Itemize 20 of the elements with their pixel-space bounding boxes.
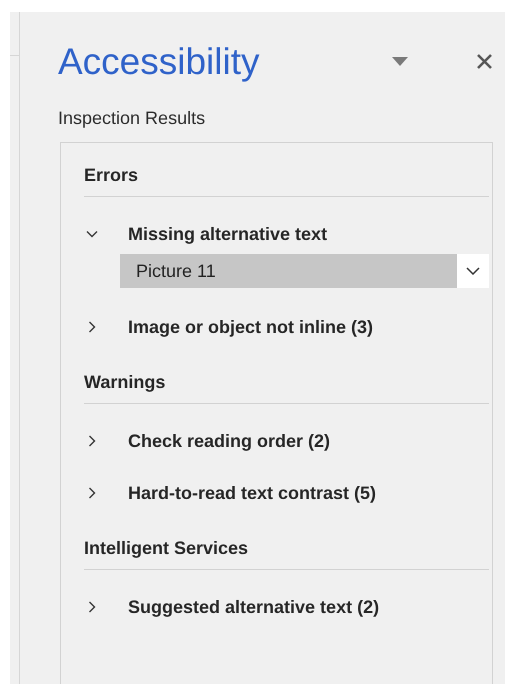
section-heading: Warnings <box>84 373 166 391</box>
chevron-down-icon <box>466 267 480 275</box>
dropdown-icon[interactable] <box>392 56 408 66</box>
subtitle: Inspection Results <box>58 109 206 127</box>
chevron-right-icon[interactable] <box>86 435 98 447</box>
chevron-down-icon[interactable] <box>86 228 98 240</box>
issue-item[interactable]: Missing alternative text <box>128 225 328 243</box>
result-item[interactable]: Picture 11 <box>120 254 457 288</box>
issue-item[interactable]: Suggested alternative text (2) <box>128 598 380 616</box>
issue-item[interactable]: Hard-to-read text contrast (5) <box>128 484 376 502</box>
chevron-right-icon[interactable] <box>86 601 98 613</box>
section-heading: Intelligent Services <box>84 539 248 557</box>
pane-title: Accessibility <box>58 42 260 80</box>
section-heading: Errors <box>84 166 138 184</box>
issue-item[interactable]: Check reading order (2) <box>128 432 330 450</box>
issue-item[interactable]: Image or object not inline (3) <box>128 318 374 336</box>
chevron-right-icon[interactable] <box>86 321 98 333</box>
close-icon[interactable] <box>476 52 493 70</box>
expand-button[interactable] <box>457 254 489 288</box>
chevron-right-icon[interactable] <box>86 487 98 499</box>
